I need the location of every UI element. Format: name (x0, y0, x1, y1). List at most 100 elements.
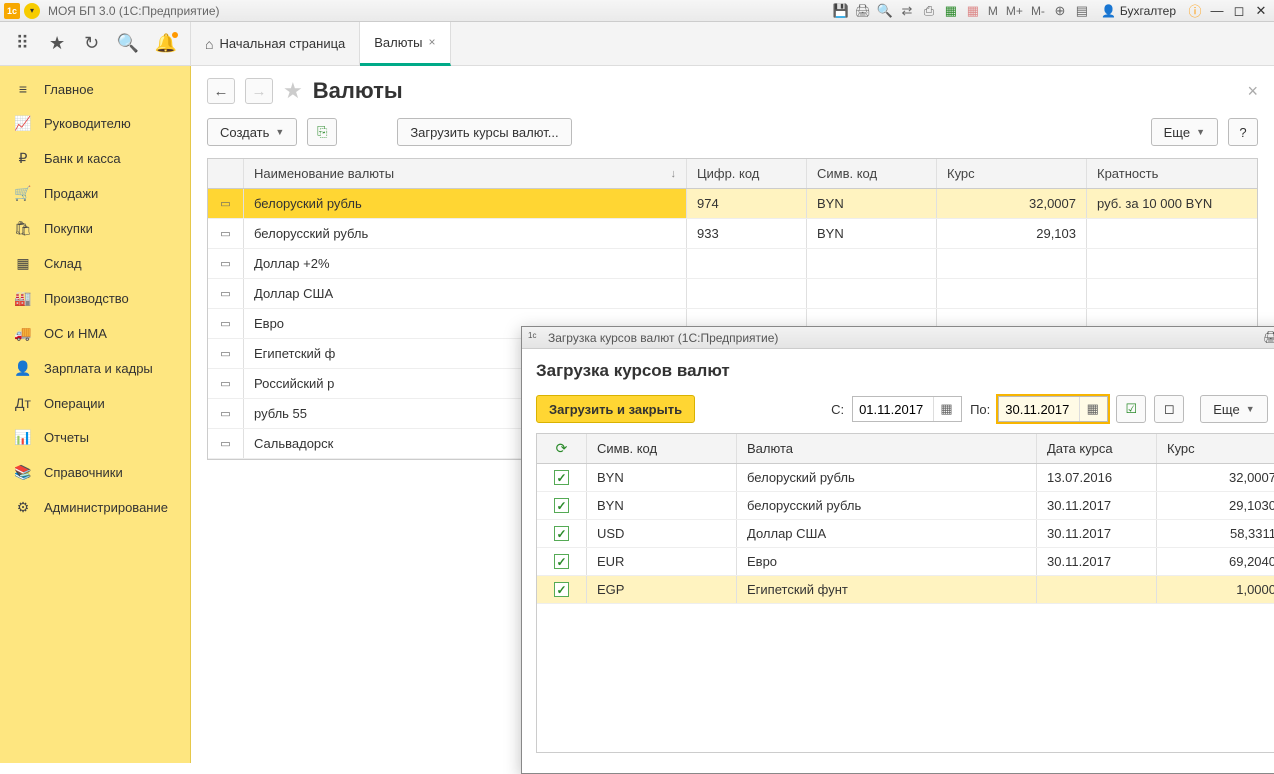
sidebar-item-5[interactable]: ▦Склад (0, 246, 190, 281)
export-icon[interactable]: ⎙ (920, 2, 938, 20)
table-row[interactable]: ▭ Доллар +2% (208, 249, 1257, 279)
copy-button[interactable]: ⎘ (307, 118, 337, 146)
dialog-more-button[interactable]: Еще ▼ (1200, 395, 1267, 423)
checkbox-icon[interactable]: ✓ (554, 526, 569, 541)
sidebar-item-11[interactable]: 📚Справочники (0, 455, 190, 490)
bell-icon[interactable]: 🔔 (156, 34, 176, 54)
rates-row[interactable]: ✓ EGP Египетский фунт 1,0000 1 (537, 576, 1274, 604)
cell-num: 974 (687, 189, 807, 218)
table-row[interactable]: ▭ Доллар США (208, 279, 1257, 309)
user-label[interactable]: 👤 Бухгалтер (1101, 4, 1176, 18)
checkbox-icon[interactable]: ✓ (554, 582, 569, 597)
m-plus-button[interactable]: M+ (1004, 4, 1025, 18)
sidebar-item-12[interactable]: ⚙Администрирование (0, 490, 190, 525)
cell-rate: 32,0007 (937, 189, 1087, 218)
item-icon: ▭ (220, 377, 230, 390)
cell-date: 30.11.2017 (1037, 492, 1157, 519)
help-button[interactable]: ? (1228, 118, 1258, 146)
history-icon[interactable]: ↻ (83, 34, 100, 54)
favorite-icon[interactable]: ★ (49, 34, 66, 54)
col-rate[interactable]: Курс (937, 159, 1087, 188)
info-icon[interactable]: ⓘ (1186, 2, 1204, 20)
col-refresh[interactable]: ⟳ (537, 434, 587, 463)
page-header: ← → ★ Валюты × (207, 78, 1258, 104)
from-label: С: (831, 402, 844, 417)
apps-icon[interactable]: ⠿ (14, 34, 31, 54)
checkbox-icon[interactable]: ✓ (554, 554, 569, 569)
sidebar-label: Отчеты (44, 430, 89, 445)
nav-back-button[interactable]: ← (207, 78, 235, 104)
checkbox-icon[interactable]: ✓ (554, 498, 569, 513)
close-icon[interactable]: × (429, 35, 436, 49)
calendar2-icon[interactable]: ▦ (964, 2, 982, 20)
calendar-icon[interactable]: ▦ (933, 397, 959, 421)
sidebar-item-2[interactable]: ₽Банк и касса (0, 141, 190, 176)
rates-row[interactable]: ✓ BYN белорусский рубль 30.11.2017 29,10… (537, 492, 1274, 520)
user-icon: 👤 (1101, 4, 1116, 18)
create-button[interactable]: Создать ▼ (207, 118, 297, 146)
print-icon[interactable]: 🖨 (854, 2, 872, 20)
date-from-input[interactable]: ▦ (852, 396, 962, 422)
sidebar-item-9[interactable]: ДтОперации (0, 386, 190, 420)
restore-button[interactable]: ◻ (1230, 2, 1248, 20)
m-minus-button[interactable]: M- (1029, 4, 1047, 18)
search-icon[interactable]: 🔍 (118, 34, 138, 54)
cell-sym: USD (587, 520, 737, 547)
m-button[interactable]: M (986, 4, 1000, 18)
date-to-input[interactable]: ▦ (998, 396, 1108, 422)
cell-sym: EGP (587, 576, 737, 603)
compare-icon[interactable]: ⇄ (898, 2, 916, 20)
cell-rate: 69,2040 (1157, 548, 1274, 575)
uncheck-all-button[interactable]: ◻ (1154, 395, 1184, 423)
tab-home[interactable]: ⌂ Начальная страница (191, 22, 360, 66)
save-icon[interactable]: 💾 (832, 2, 850, 20)
date-to-field[interactable] (999, 402, 1079, 417)
col-flag[interactable] (208, 159, 244, 188)
sidebar-item-1[interactable]: 📈Руководителю (0, 106, 190, 141)
rates-row[interactable]: ✓ EUR Евро 30.11.2017 69,2040 1 (537, 548, 1274, 576)
favorite-star-icon[interactable]: ★ (283, 78, 303, 104)
window-close-button[interactable]: ✕ (1252, 2, 1270, 20)
table-row[interactable]: ▭ белоруский рубль 974 BYN 32,0007 руб. … (208, 189, 1257, 219)
col-mult[interactable]: Кратность (1087, 159, 1257, 188)
date-from-field[interactable] (853, 402, 933, 417)
checkbox-icon[interactable]: ✓ (554, 470, 569, 485)
content-area: ← → ★ Валюты × Создать ▼ ⎘ Загрузить кур… (191, 66, 1274, 763)
preview-icon[interactable]: 🔍 (876, 2, 894, 20)
titlebar-dropdown-icon[interactable]: ▾ (24, 3, 40, 19)
sidebar-item-6[interactable]: 🏭Производство (0, 281, 190, 316)
more-button[interactable]: Еще ▼ (1151, 118, 1218, 146)
col-date[interactable]: Дата курса (1037, 434, 1157, 463)
cell-date: 13.07.2016 (1037, 464, 1157, 491)
check-all-button[interactable]: ☑ (1116, 395, 1146, 423)
col-sym[interactable]: Симв. код (587, 434, 737, 463)
load-and-close-button[interactable]: Загрузить и закрыть (536, 395, 695, 423)
col-name[interactable]: Наименование валюты ↓ (244, 159, 687, 188)
col-rate[interactable]: Курс (1157, 434, 1274, 463)
calendar-icon[interactable]: ▦ (1079, 397, 1105, 421)
col-currency[interactable]: Валюта (737, 434, 1037, 463)
col-num[interactable]: Цифр. код (687, 159, 807, 188)
zoom-icon[interactable]: ⊕ (1051, 2, 1069, 20)
calc-icon[interactable]: ▤ (1073, 2, 1091, 20)
cell-num (687, 279, 807, 308)
sidebar-item-8[interactable]: 👤Зарплата и кадры (0, 351, 190, 386)
sidebar-item-0[interactable]: ≡Главное (0, 72, 190, 106)
tab-currencies[interactable]: Валюты × (360, 22, 450, 66)
sidebar-item-7[interactable]: 🚚ОС и НМА (0, 316, 190, 351)
sidebar-item-4[interactable]: 🛍Покупки (0, 211, 190, 246)
col-sym[interactable]: Симв. код (807, 159, 937, 188)
minimize-button[interactable]: — (1208, 2, 1226, 20)
calendar1-icon[interactable]: ▦ (942, 2, 960, 20)
table-row[interactable]: ▭ белорусский рубль 933 BYN 29,103 (208, 219, 1257, 249)
rates-row[interactable]: ✓ USD Доллар США 30.11.2017 58,3311 1 (537, 520, 1274, 548)
dialog-titlebar[interactable]: 1c Загрузка курсов валют (1С:Предприятие… (522, 327, 1274, 349)
sidebar-label: Главное (44, 82, 94, 97)
nav-forward-button[interactable]: → (245, 78, 273, 104)
sidebar-item-10[interactable]: 📊Отчеты (0, 420, 190, 455)
page-close-button[interactable]: × (1247, 81, 1258, 102)
print-icon[interactable]: 🖨 (1263, 330, 1274, 346)
load-rates-button[interactable]: Загрузить курсы валют... (397, 118, 571, 146)
rates-row[interactable]: ✓ BYN белоруский рубль 13.07.2016 32,000… (537, 464, 1274, 492)
sidebar-item-3[interactable]: 🛒Продажи (0, 176, 190, 211)
